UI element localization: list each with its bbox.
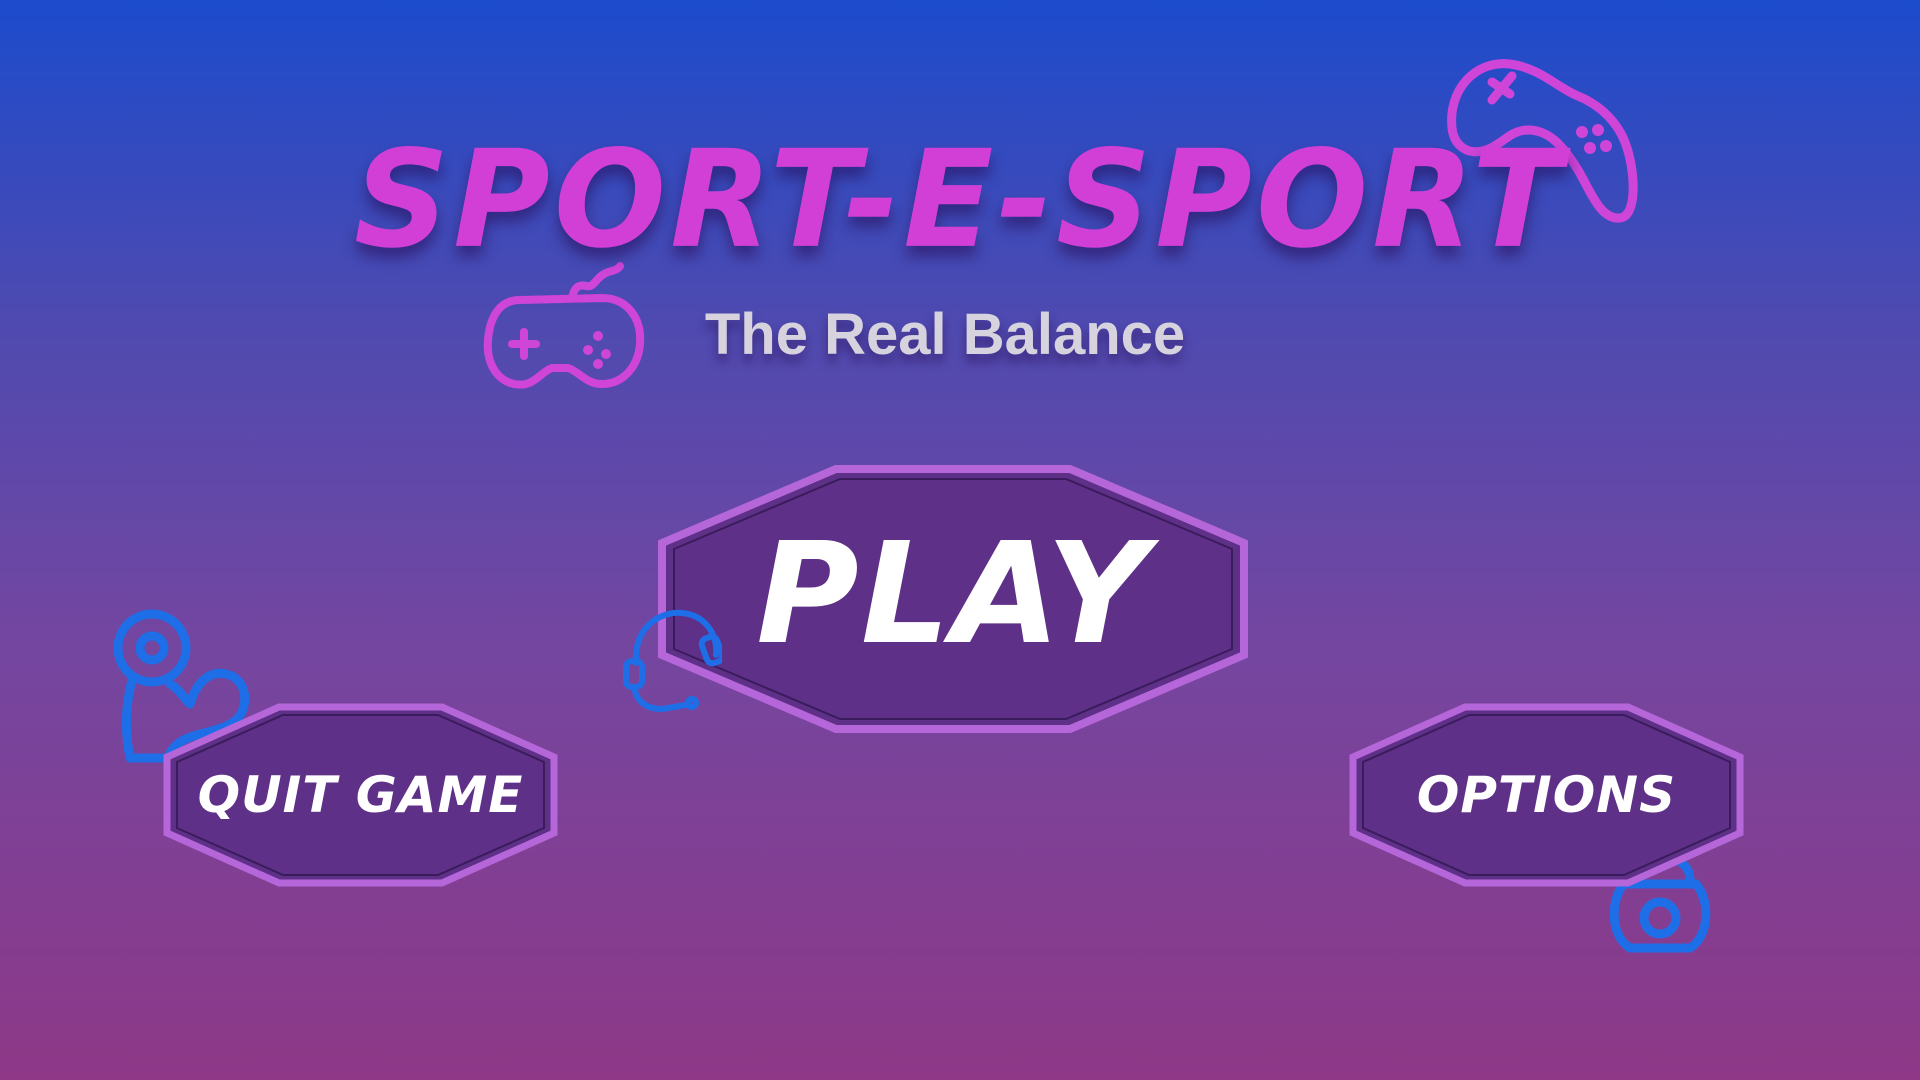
options-label: OPTIONS: [1416, 766, 1677, 824]
game-title: SPORT-E-SPORT: [354, 121, 1566, 279]
quit-game-label: QUIT GAME: [197, 766, 524, 824]
headset-icon: [623, 609, 722, 712]
play-button-label: PLAY: [756, 513, 1150, 676]
game-subtitle: The Real Balance: [704, 302, 1186, 367]
play-button[interactable]: PLAY: [658, 465, 1248, 733]
quit-game-button[interactable]: QUIT GAME: [163, 703, 558, 887]
options-button[interactable]: OPTIONS: [1349, 703, 1744, 887]
